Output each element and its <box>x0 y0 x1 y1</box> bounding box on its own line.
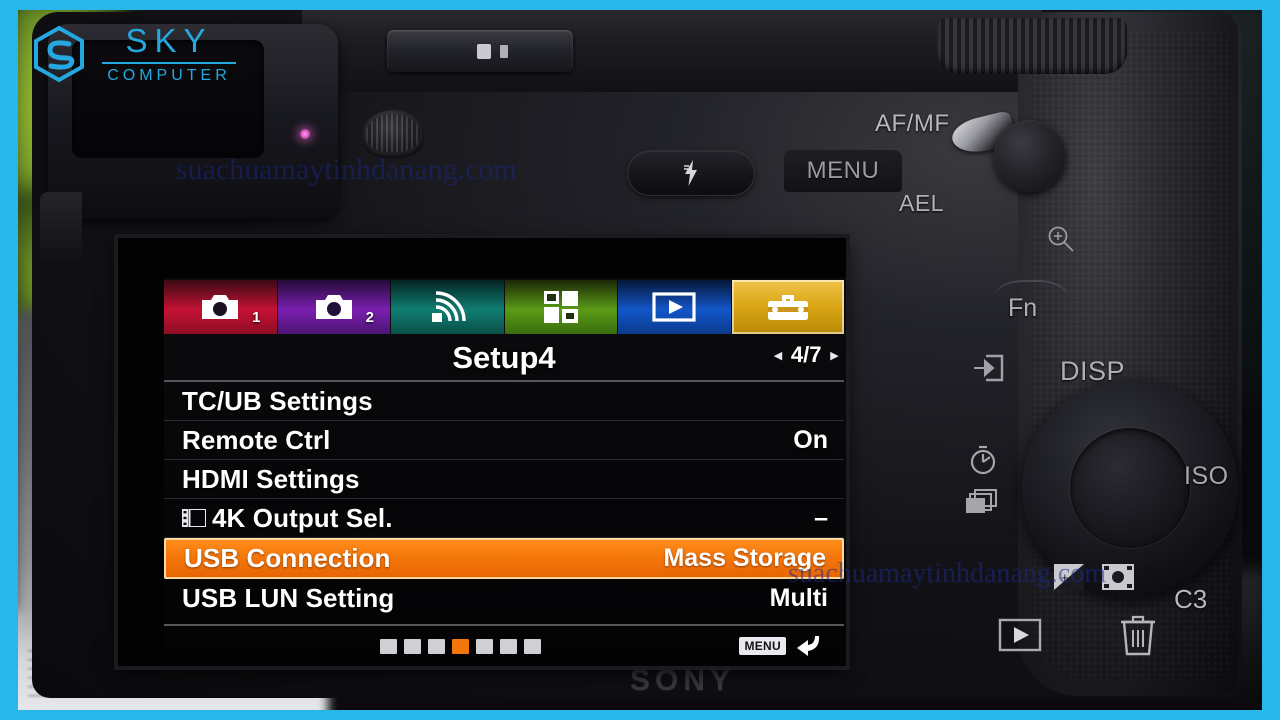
camera-menu-button-label: MENU <box>806 157 880 184</box>
menu-item-label: USB Connection <box>184 543 391 573</box>
tab-camera-settings-1[interactable]: 1 <box>164 280 278 334</box>
menu-item-4k-output-sel[interactable]: 4K Output Sel. – <box>164 499 844 538</box>
page-dot[interactable] <box>500 638 517 654</box>
status-led <box>300 129 310 139</box>
menu-item-label: HDMI Settings <box>182 463 360 494</box>
page-title: Setup4 <box>452 340 556 375</box>
tab-setup[interactable] <box>731 280 844 334</box>
ael-button[interactable] <box>994 120 1066 192</box>
grid-icon <box>543 291 578 323</box>
tab-playback-grid[interactable] <box>504 280 618 334</box>
control-wheel-center-button[interactable] <box>1070 428 1190 548</box>
page-dot-active[interactable] <box>452 638 469 654</box>
wifi-icon <box>432 291 466 322</box>
page-dot[interactable] <box>404 638 421 654</box>
playback-icon[interactable] <box>998 616 1042 654</box>
page-dot[interactable] <box>380 638 397 654</box>
play-icon <box>652 292 696 322</box>
exposure-comp-icon[interactable]: + <box>1054 564 1084 590</box>
flash-icon <box>684 160 697 186</box>
prev-page-arrow[interactable]: ◂ <box>774 346 782 364</box>
menu-item-usb-lun-setting[interactable]: USB LUN Setting Multi <box>164 579 844 618</box>
magnify-icon[interactable] <box>1046 224 1076 254</box>
menu-return-hint[interactable]: MENU <box>739 634 822 658</box>
top-control-dial[interactable] <box>937 18 1127 74</box>
trash-icon[interactable] <box>1118 612 1158 656</box>
page-dot[interactable] <box>524 638 541 654</box>
iso-label: ISO <box>1184 462 1229 490</box>
page-indicator: ◂ 4/7 ▸ <box>774 342 838 368</box>
page-counter: 4/7 <box>790 342 822 367</box>
af-mf-label: AF/MF <box>875 110 950 137</box>
camera-menu-button[interactable]: MENU <box>784 150 902 192</box>
menu-item-label: USB LUN Setting <box>182 583 395 613</box>
sky-logo-sub: COMPUTER <box>107 67 231 84</box>
hot-shoe-contact <box>477 44 491 59</box>
menu-item-value: Multi <box>769 584 828 612</box>
return-arrow-icon <box>797 636 820 656</box>
hot-shoe-contact-2 <box>500 45 508 58</box>
page-dot[interactable] <box>476 638 493 654</box>
menu-item-value: On <box>793 425 828 454</box>
ael-label: AEL <box>899 190 944 216</box>
drive-mode-icon[interactable] <box>965 486 999 516</box>
menu-item-label-wrap: 4K Output Sel. <box>182 503 393 534</box>
svg-text:+: + <box>1061 570 1069 585</box>
strap-lug <box>40 192 82 262</box>
sky-logo-text: SKY COMPUTER <box>102 22 236 85</box>
menu-item-label: 4K Output Sel. <box>212 502 393 533</box>
movie-icon <box>182 509 206 527</box>
entry-icon[interactable] <box>972 352 1008 384</box>
disp-label: DISP <box>1060 356 1126 386</box>
camera-body: MENU AF/MF AEL Fn DISP ISO C3 + SONY 1 2… <box>32 10 1245 698</box>
menu-title-row: Setup4 ◂ 4/7 ▸ <box>164 336 844 382</box>
menu-item-value: Mass Storage <box>663 544 826 572</box>
next-page-arrow[interactable]: ▸ <box>830 346 838 364</box>
menu-item-value: – <box>814 503 828 532</box>
menu-item-tc-ub-settings[interactable]: TC/UB Settings <box>164 382 844 421</box>
tab-number: 1 <box>252 309 261 326</box>
menu-item-remote-ctrl[interactable]: Remote Ctrl On <box>164 421 844 460</box>
flash-button[interactable] <box>627 150 755 196</box>
tab-number: 2 <box>365 309 374 326</box>
self-timer-icon[interactable] <box>967 444 999 476</box>
sky-s-hexagon-logo-icon <box>34 25 84 82</box>
mode-dial[interactable] <box>362 110 424 158</box>
sky-logo-main: SKY <box>125 22 213 59</box>
menu-item-usb-connection[interactable]: USB Connection Mass Storage <box>164 538 844 579</box>
tab-network[interactable] <box>391 280 505 334</box>
sky-computer-logo: SKY COMPUTER <box>30 22 236 85</box>
tab-camera-settings-2[interactable]: 2 <box>277 280 391 334</box>
menu-chip-label: MENU <box>739 637 786 655</box>
fn-label: Fn <box>1008 294 1038 322</box>
c3-label: C3 <box>1174 584 1208 614</box>
page-dots <box>380 638 541 654</box>
menu-footer: MENU <box>164 624 844 666</box>
menu-item-label: TC/UB Settings <box>182 385 373 416</box>
camera-icon <box>315 295 352 319</box>
menu-item-label: Remote Ctrl <box>182 424 331 455</box>
camera-icon <box>202 295 239 319</box>
page-dot[interactable] <box>428 638 445 654</box>
sony-logo: SONY <box>630 664 736 697</box>
photograph: MENU AF/MF AEL Fn DISP ISO C3 + SONY 1 2… <box>18 10 1262 710</box>
camera-lcd-screen: 1 2 Setup4 ◂ 4/7 ▸ TC/UB Settings Remote… <box>118 238 846 666</box>
toolbox-icon <box>767 295 808 320</box>
tab-playback[interactable] <box>618 280 732 334</box>
menu-item-list: TC/UB Settings Remote Ctrl On HDMI Setti… <box>164 382 844 618</box>
menu-tab-bar: 1 2 <box>164 280 844 334</box>
focus-area-icon[interactable] <box>1102 564 1134 590</box>
sky-logo-divider <box>102 62 236 64</box>
menu-item-hdmi-settings[interactable]: HDMI Settings <box>164 460 844 499</box>
